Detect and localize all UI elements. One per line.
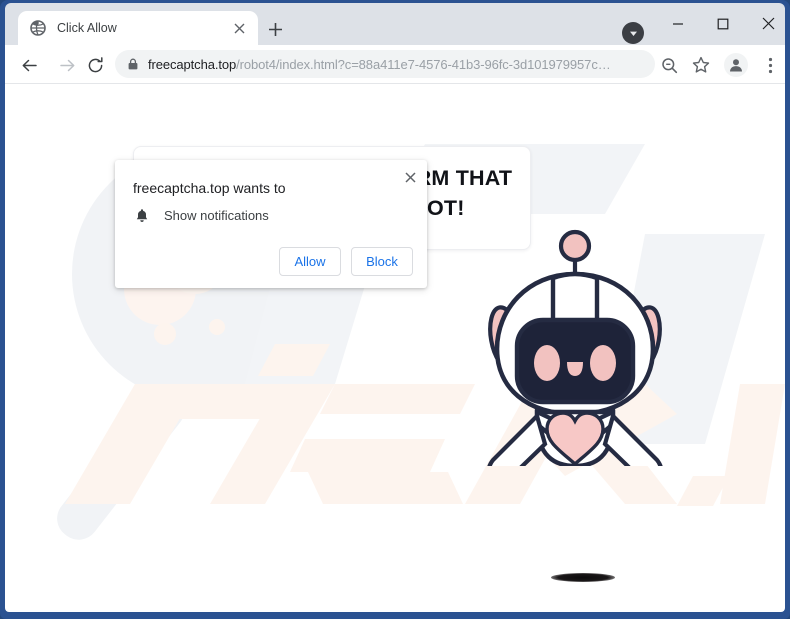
robot-shadow bbox=[551, 573, 615, 582]
tab-title: Click Allow bbox=[57, 21, 117, 35]
browser-window: Click Allow freecaptcha.top/robot4/index… bbox=[0, 0, 790, 619]
reload-icon[interactable] bbox=[83, 53, 107, 77]
zoom-out-icon[interactable] bbox=[657, 53, 681, 77]
person-icon[interactable] bbox=[724, 53, 748, 77]
permission-label: Show notifications bbox=[164, 208, 269, 223]
cute-robot-icon bbox=[487, 229, 663, 466]
block-button[interactable]: Block bbox=[351, 247, 413, 276]
maximize-button[interactable] bbox=[700, 8, 746, 39]
arrow-left-icon[interactable] bbox=[17, 53, 41, 77]
close-icon[interactable] bbox=[399, 166, 421, 188]
dialog-heading: freecaptcha.top wants to bbox=[133, 180, 286, 196]
bell-icon bbox=[133, 207, 150, 224]
new-tab-button[interactable] bbox=[263, 17, 287, 41]
allow-button[interactable]: Allow bbox=[279, 247, 341, 276]
minimize-button[interactable] bbox=[655, 8, 701, 39]
url-path: /robot4/index.html?c=88a411e7-4576-41b3-… bbox=[236, 56, 611, 72]
browser-toolbar: freecaptcha.top/robot4/index.html?c=88a4… bbox=[5, 45, 785, 84]
address-bar-text: freecaptcha.top/robot4/index.html?c=88a4… bbox=[148, 57, 611, 72]
notification-permission-dialog: freecaptcha.top wants to Show notificati… bbox=[115, 160, 427, 288]
browser-tab[interactable]: Click Allow bbox=[18, 11, 258, 45]
download-arrow-icon[interactable] bbox=[622, 22, 644, 44]
dialog-actions: Allow Block bbox=[279, 247, 413, 276]
address-bar[interactable]: freecaptcha.top/robot4/index.html?c=88a4… bbox=[115, 50, 655, 78]
url-domain: freecaptcha.top bbox=[148, 56, 237, 72]
globe-icon bbox=[30, 20, 46, 36]
three-dot-menu-icon[interactable] bbox=[758, 53, 782, 77]
window-close-button[interactable] bbox=[745, 8, 790, 39]
permission-row: Show notifications bbox=[133, 207, 269, 224]
arrow-right-icon bbox=[55, 53, 79, 77]
page-viewport: CLICK ALLOW TO CONFIRM THAT YOU ARE NOT … bbox=[5, 84, 785, 612]
lock-icon[interactable] bbox=[125, 57, 140, 72]
tab-strip: Click Allow bbox=[5, 3, 785, 45]
star-icon[interactable] bbox=[689, 53, 713, 77]
close-icon[interactable] bbox=[228, 17, 250, 39]
